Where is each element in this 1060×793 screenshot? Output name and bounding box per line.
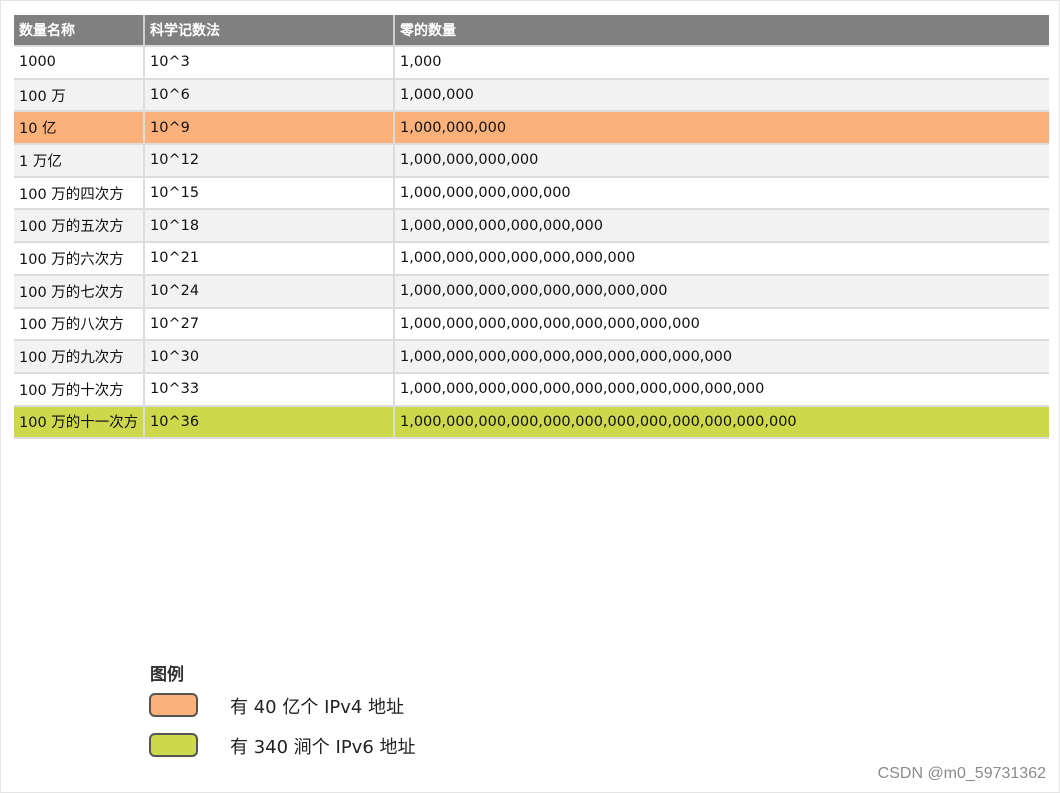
legend-swatch-lime — [149, 733, 198, 757]
cell-zeros: 1,000,000 — [395, 79, 1049, 113]
legend-item-ipv6: 有 340 涧个 IPv6 地址 — [149, 731, 416, 771]
cell-scientific-notation: 10^12 — [145, 145, 395, 178]
table-row: 100 万的十次方 10^33 1,000,000,000,000,000,000,… — [14, 373, 1049, 407]
table-row: 100 万的九次方 10^30 1,000,000,000,000,000,000,… — [14, 341, 1049, 374]
column-header-name: 数量名称 — [14, 15, 145, 47]
column-header-zeros: 零的数量 — [395, 15, 1049, 47]
table-row: 100 万的六次方 10^21 1,000,000,000,000,000,000,… — [14, 243, 1049, 276]
legend-label-ipv4: 有 40 亿个 IPv4 地址 — [230, 697, 405, 718]
table-row: 100 万的七次方 10^24 1,000,000,000,000,000,000,… — [14, 275, 1049, 309]
cell-number-name: 1000 — [14, 47, 145, 80]
cell-number-name: 100 万的六次方 — [14, 243, 145, 276]
cell-scientific-notation: 10^9 — [145, 112, 395, 146]
column-header-scientific: 科学记数法 — [145, 15, 395, 47]
cell-scientific-notation: 10^18 — [145, 210, 395, 244]
cell-scientific-notation: 10^24 — [145, 275, 395, 309]
legend-title: 图例 — [150, 665, 184, 685]
table-row: 100 万的八次方 10^27 1,000,000,000,000,000,000,… — [14, 308, 1049, 342]
csdn-watermark: CSDN @m0_59731362 — [877, 765, 1046, 782]
table-row: 100 万的十一次方 10^36 1,000,000,000,000,000,000… — [14, 406, 1049, 440]
cell-zeros: 1,000,000,000,000,000,000,000,000,000,00… — [395, 373, 1049, 407]
cell-zeros: 1,000,000,000,000,000,000,000,000,000 — [395, 308, 1049, 342]
cell-zeros: 1,000,000,000,000 — [395, 145, 1049, 178]
cell-zeros: 1,000,000,000,000,000 — [395, 177, 1049, 211]
cell-number-name: 100 万的五次方 — [14, 210, 145, 244]
cell-zeros: 1,000 — [395, 47, 1049, 80]
cell-scientific-notation: 10^33 — [145, 373, 395, 407]
cell-scientific-notation: 10^3 — [145, 47, 395, 80]
cell-scientific-notation: 10^30 — [145, 341, 395, 374]
cell-zeros: 1,000,000,000,000,000,000,000 — [395, 243, 1049, 276]
legend: 图例 有 40 亿个 IPv4 地址 有 340 涧个 IPv6 地址 — [149, 660, 416, 771]
table-row: 1000 10^3 1,000 — [14, 47, 1049, 80]
legend-swatch-orange — [149, 693, 198, 717]
cell-number-name: 100 万的八次方 — [14, 308, 145, 342]
cell-scientific-notation: 10^6 — [145, 79, 395, 113]
table-row: 100 万的五次方 10^18 1,000,000,000,000,000,000 — [14, 210, 1049, 244]
cell-zeros: 1,000,000,000,000,000,000,000,000,000,00… — [395, 341, 1049, 374]
table-header-row: 数量名称 科学记数法 零的数量 — [14, 15, 1049, 47]
cell-number-name: 10 亿 — [14, 112, 145, 146]
cell-scientific-notation: 10^21 — [145, 243, 395, 276]
table-row: 10 亿 10^9 1,000,000,000 — [14, 112, 1049, 146]
cell-scientific-notation: 10^36 — [145, 406, 395, 440]
table-row: 1 万亿 10^12 1,000,000,000,000 — [14, 145, 1049, 178]
cell-scientific-notation: 10^15 — [145, 177, 395, 211]
number-names-table: 数量名称 科学记数法 零的数量 1000 10^3 1,000 100 万 10^6 1,… — [14, 15, 1049, 440]
cell-scientific-notation: 10^27 — [145, 308, 395, 342]
cell-number-name: 100 万的七次方 — [14, 275, 145, 309]
cell-zeros: 1,000,000,000,000,000,000 — [395, 210, 1049, 244]
cell-number-name: 100 万的十次方 — [14, 373, 145, 407]
cell-zeros: 1,000,000,000,000,000,000,000,000 — [395, 275, 1049, 309]
cell-zeros: 1,000,000,000,000,000,000,000,000,000,00… — [395, 406, 1049, 440]
table-row: 100 万的四次方 10^15 1,000,000,000,000,000 — [14, 177, 1049, 211]
legend-label-ipv6: 有 340 涧个 IPv6 地址 — [230, 737, 416, 758]
table-row: 100 万 10^6 1,000,000 — [14, 79, 1049, 113]
cell-number-name: 100 万的九次方 — [14, 341, 145, 374]
cell-number-name: 100 万 — [14, 79, 145, 113]
cell-zeros: 1,000,000,000 — [395, 112, 1049, 146]
cell-number-name: 100 万的四次方 — [14, 177, 145, 211]
cell-number-name: 1 万亿 — [14, 145, 145, 178]
cell-number-name: 100 万的十一次方 — [14, 406, 145, 440]
legend-item-ipv4: 有 40 亿个 IPv4 地址 — [149, 691, 404, 731]
